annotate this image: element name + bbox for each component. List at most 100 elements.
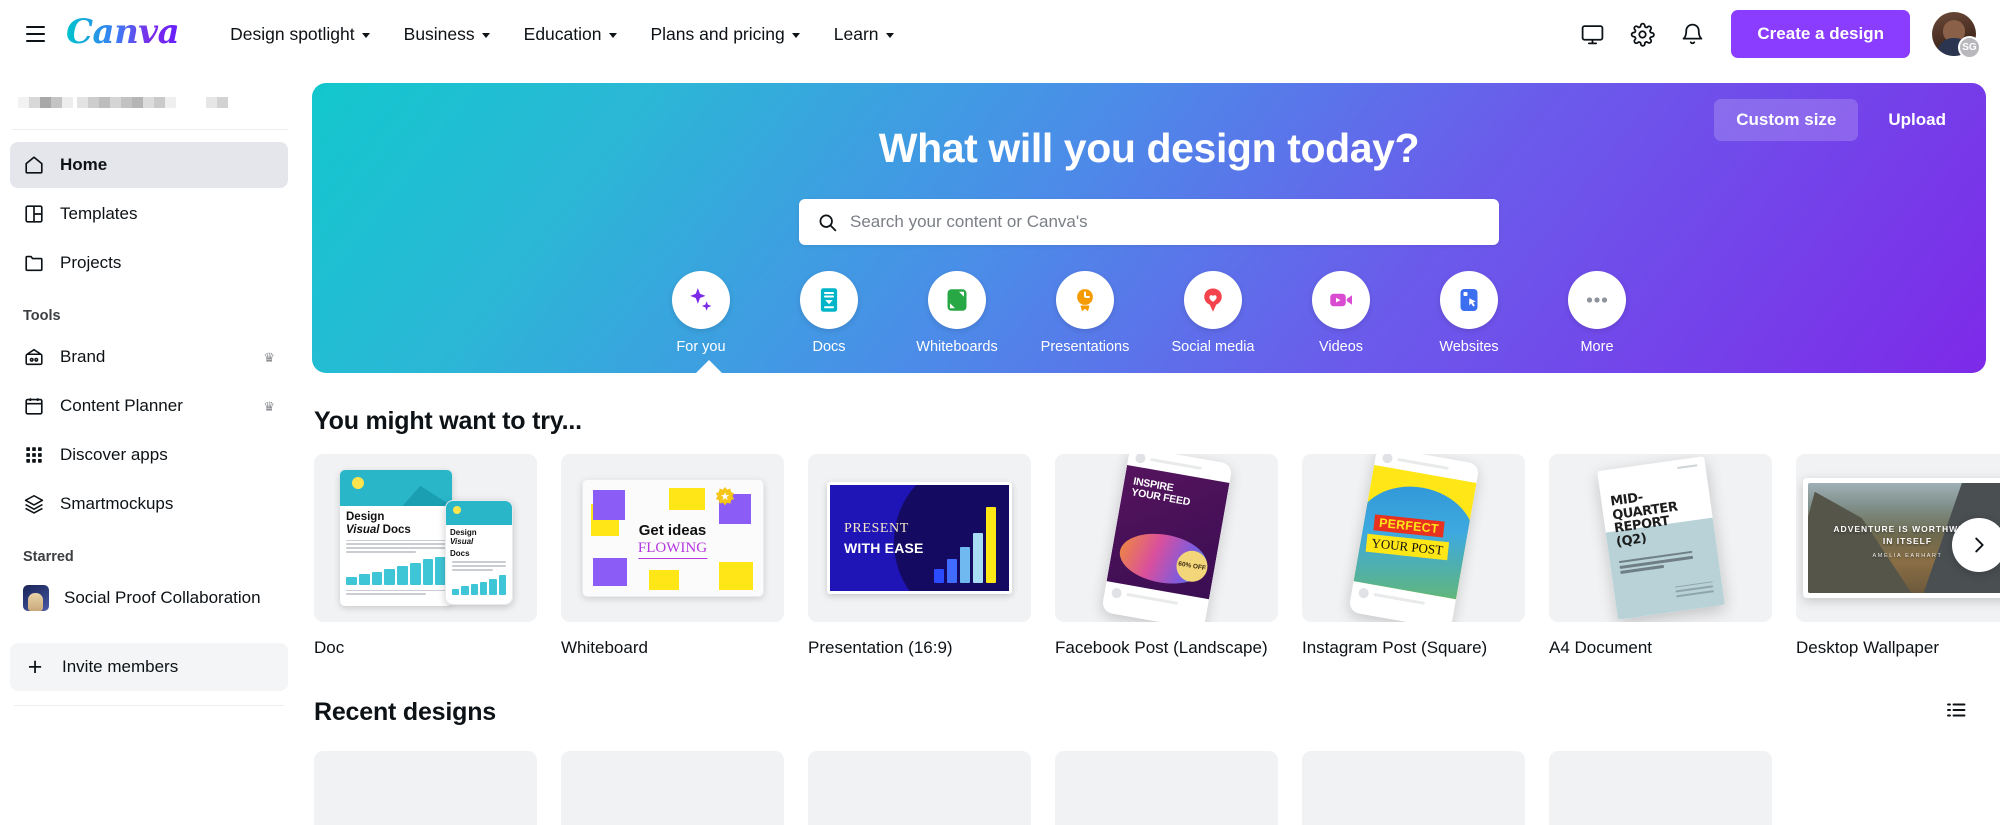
search-input[interactable] <box>850 212 1481 232</box>
calendar-icon <box>25 398 43 415</box>
nav-item-plans-and-pricing[interactable]: Plans and pricing <box>634 15 817 54</box>
search-bar[interactable] <box>799 199 1499 245</box>
document-icon <box>800 271 858 329</box>
pres-art-line2: WITH EASE <box>844 540 924 556</box>
nav-item-design-spotlight[interactable]: Design spotlight <box>213 15 387 54</box>
sidebar-item-starred-design[interactable]: Social Proof Collaboration <box>10 575 288 621</box>
top-navigation-bar: Canva Design spotlight Business Educatio… <box>0 0 2000 68</box>
template-name: A4 Document <box>1549 638 1652 657</box>
doc-art-line2: Visual <box>346 523 380 536</box>
gear-settings-icon[interactable] <box>1619 11 1665 57</box>
carousel-next-arrow-icon[interactable] <box>1952 518 2000 572</box>
recent-design-card[interactable] <box>1549 751 1772 825</box>
template-thumbnail: INSPIRE YOUR FEED 60% OFF <box>1055 454 1278 622</box>
custom-size-button[interactable]: Custom size <box>1714 99 1859 141</box>
sidebar-item-smartmockups[interactable]: Smartmockups <box>10 481 288 527</box>
ellipsis-icon <box>1568 271 1626 329</box>
nav-item-business[interactable]: Business <box>387 15 507 54</box>
recent-design-card[interactable] <box>561 751 784 825</box>
category-whiteboards[interactable]: Whiteboards <box>911 271 1003 355</box>
sparkle-icon <box>672 271 730 329</box>
category-for-you[interactable]: For you <box>655 271 747 355</box>
upload-button[interactable]: Upload <box>1866 99 1968 141</box>
recent-design-card[interactable] <box>1055 751 1278 825</box>
recent-designs-title: Recent designs <box>314 698 496 726</box>
template-card-whiteboard[interactable]: ★ Get ideas FLOWING Whiteboard <box>561 454 784 658</box>
plus-icon: + <box>27 652 43 681</box>
doc-art-line1: Design <box>450 528 477 537</box>
canva-logo[interactable]: Canva <box>66 15 180 53</box>
sidebar-item-templates[interactable]: Templates <box>10 191 288 237</box>
nav-label: Business <box>403 23 475 44</box>
category-label: More <box>1580 339 1614 355</box>
nav-label: Education <box>523 23 602 44</box>
workspace-selector[interactable] <box>12 78 288 130</box>
presentation-artwork: PRESENT WITH EASE <box>827 482 1012 594</box>
category-label: For you <box>676 339 726 355</box>
presentation-icon <box>1056 271 1114 329</box>
sidebar-label: Projects <box>60 253 122 272</box>
sidebar-label: Content Planner <box>60 396 183 415</box>
hamburger-menu-icon[interactable] <box>18 17 52 51</box>
folder-icon <box>25 255 43 272</box>
wall-art-line2: IN ITSELF <box>1882 536 1933 547</box>
nav-item-education[interactable]: Education <box>507 15 634 54</box>
list-view-icon[interactable] <box>1938 692 1974 733</box>
home-icon <box>25 156 43 174</box>
sidebar-item-brand[interactable]: Brand ♛ <box>10 334 288 380</box>
fb-art-badge: 60% OFF <box>1173 548 1210 585</box>
desktop-monitor-icon[interactable] <box>1569 11 1615 57</box>
sidebar-divider <box>14 705 284 706</box>
user-avatar[interactable]: SG <box>1932 12 1981 59</box>
left-sidebar: Home Templates Projects Tools Brand ♛ Co… <box>0 68 300 825</box>
video-camera-icon <box>1312 271 1370 329</box>
category-more[interactable]: More <box>1551 271 1643 355</box>
chevron-down-icon <box>791 32 800 38</box>
suggestions-header: You might want to try... <box>312 407 1974 436</box>
nav-item-learn[interactable]: Learn <box>817 15 911 54</box>
template-card-instagram-post[interactable]: PERFECT YOUR POST Instagram Post (Square… <box>1302 454 1525 658</box>
category-docs[interactable]: Docs <box>783 271 875 355</box>
recent-design-card[interactable] <box>314 751 537 825</box>
template-name: Doc <box>314 638 345 657</box>
sidebar-label: Discover apps <box>60 445 168 464</box>
create-a-design-button[interactable]: Create a design <box>1731 10 1910 58</box>
recent-design-card[interactable] <box>1302 751 1525 825</box>
template-card-doc[interactable]: Design Visual Docs Design Visual Docs Do… <box>314 454 537 658</box>
sidebar-label: Social Proof Collaboration <box>64 588 261 607</box>
category-label: Websites <box>1439 339 1499 355</box>
a4-artwork: MID- QUARTER REPORT (Q2) <box>1596 456 1725 620</box>
template-thumbnail: PRESENT WITH EASE <box>808 454 1031 622</box>
doc-art-line3: Docs <box>382 523 411 536</box>
category-videos[interactable]: Videos <box>1295 271 1387 355</box>
category-social-media[interactable]: Social media <box>1167 271 1259 355</box>
template-card-presentation[interactable]: PRESENT WITH EASE Presentation (16:9) <box>808 454 1031 658</box>
sidebar-item-discover-apps[interactable]: Discover apps <box>10 432 288 478</box>
category-websites[interactable]: Websites <box>1423 271 1515 355</box>
category-presentations[interactable]: Presentations <box>1039 271 1131 355</box>
template-name: Desktop Wallpaper <box>1796 638 1939 657</box>
nav-right-actions: Create a design SG <box>1569 10 1981 59</box>
suggestions-row: Design Visual Docs Design Visual Docs Do… <box>312 454 2000 658</box>
template-name: Whiteboard <box>561 638 648 657</box>
hero-banner: Custom size Upload What will you design … <box>312 83 1986 373</box>
sidebar-item-content-planner[interactable]: Content Planner ♛ <box>10 383 288 429</box>
template-card-a4-document[interactable]: MID- QUARTER REPORT (Q2) A4 Document <box>1549 454 1772 658</box>
pro-crown-icon: ♛ <box>263 349 275 365</box>
recent-designs-header: Recent designs <box>312 692 1974 733</box>
invite-members-button[interactable]: + Invite members <box>10 643 288 691</box>
main-content: Custom size Upload What will you design … <box>300 68 2000 825</box>
recent-design-card[interactable] <box>808 751 1031 825</box>
nav-links: Design spotlight Business Education Plan… <box>213 15 910 54</box>
bell-notifications-icon[interactable] <box>1669 11 1715 57</box>
template-name: Instagram Post (Square) <box>1302 638 1488 657</box>
starred-design-thumbnail <box>23 585 49 611</box>
template-name: Presentation (16:9) <box>808 638 953 657</box>
sidebar-item-projects[interactable]: Projects <box>10 240 288 286</box>
sidebar-item-home[interactable]: Home <box>10 142 288 188</box>
ig-art-line2: YOUR POST <box>1365 533 1449 561</box>
category-label: Whiteboards <box>916 339 998 355</box>
template-card-facebook-post[interactable]: INSPIRE YOUR FEED 60% OFF Facebook Post … <box>1055 454 1278 658</box>
category-label: Presentations <box>1040 339 1130 355</box>
wb-art-line1: Get ideas <box>638 522 707 539</box>
